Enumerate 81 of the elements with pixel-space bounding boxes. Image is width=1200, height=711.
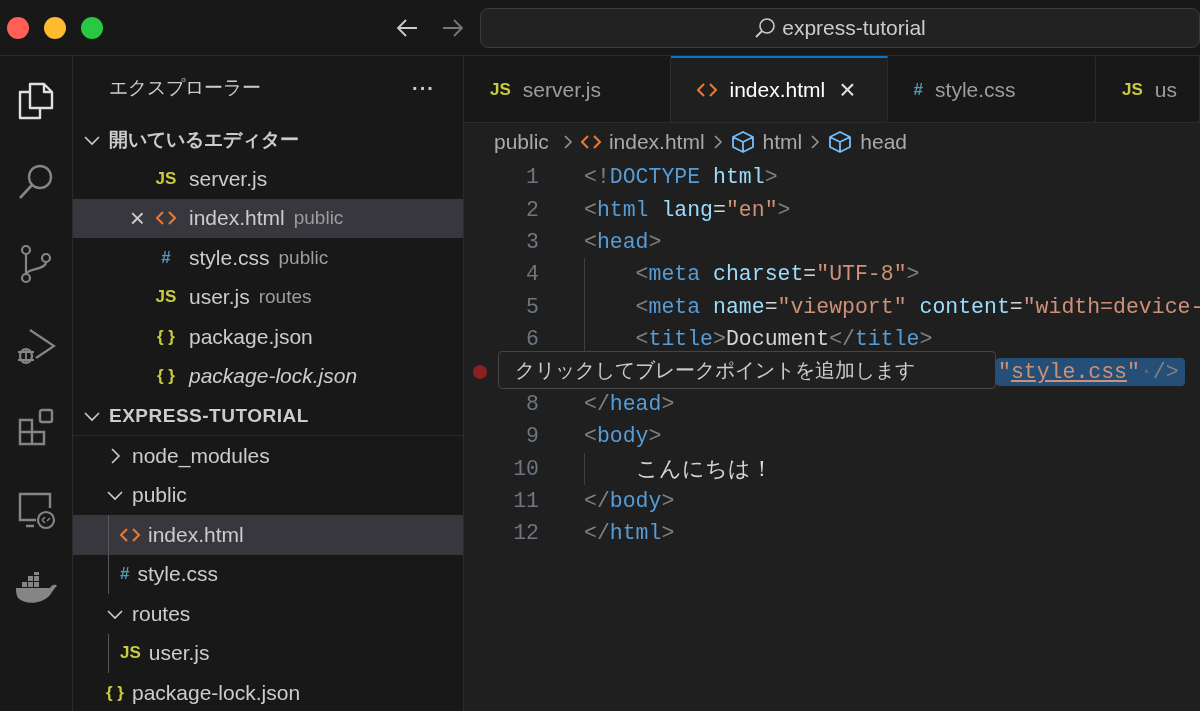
tree-item[interactable]: index.html [73,515,463,555]
open-editor-item[interactable]: { } package-lock.json [73,356,463,396]
minimize-window-button[interactable] [44,16,66,39]
file-type-icon: # [120,564,130,585]
code-line: </body> [584,489,675,514]
breadcrumb-item[interactable]: index.html [580,130,705,154]
open-editor-item[interactable]: JS user.js routes [73,277,463,317]
tree-item[interactable]: # style.css [73,554,463,594]
code-icon [580,135,601,149]
zoom-window-button[interactable] [81,16,103,39]
code-line: <head> [584,229,662,254]
file-type-icon: JS [1122,80,1143,100]
section-header[interactable]: 開いているエディター [73,120,463,159]
back-arrow-icon[interactable] [394,17,419,38]
section-header[interactable]: EXPRESS-TUTORIAL [73,396,463,435]
breadcrumb-item[interactable]: html [730,130,803,154]
code-line: <meta name="viewport" content="width=device- [634,294,1200,319]
line-number: 9 [526,424,539,449]
code-icon [120,527,140,542]
tree-item[interactable]: node_modules [73,436,463,476]
editor-tab[interactable]: JS us [1096,56,1200,122]
code-line: <!DOCTYPE html> [584,165,778,190]
cube-icon [828,130,853,154]
files-icon[interactable] [16,80,56,120]
tree-item[interactable]: JS user.js [73,633,463,673]
line-number: 12 [513,521,539,546]
file-type-icon: # [913,80,924,100]
line-number: 6 [526,327,539,352]
editor-tab[interactable]: # style.css [887,56,1096,122]
code-line: <html lang="en"> [584,197,791,222]
open-editor-item[interactable]: × index.html public [73,198,463,238]
close-button[interactable]: × [129,205,145,232]
file-type-icon: JS [155,168,177,189]
open-editor-item[interactable]: JS server.js [73,159,463,199]
line-number: 10 [513,456,539,481]
code-icon [697,82,718,97]
cube-icon [730,130,755,154]
code-icon [156,211,176,226]
close-button[interactable]: × [839,73,856,106]
tree-item[interactable]: { } package-lock.json [73,673,463,711]
sidebar-title: エクスプローラー [109,76,261,100]
open-editor-item[interactable]: { } package.json [73,317,463,357]
forward-arrow-icon[interactable] [440,17,465,38]
extensions-icon[interactable] [16,408,56,448]
breadcrumb-item[interactable]: head [828,130,907,154]
tree-item[interactable]: public [73,475,463,515]
close-window-button[interactable] [7,16,29,39]
code-line: </html> [584,521,675,546]
file-type-icon: { } [157,326,175,347]
chevron-right-icon [561,133,574,151]
line-number: 4 [526,262,539,287]
file-type-icon: JS [120,643,141,664]
open-editor-item[interactable]: # style.css public [73,238,463,278]
tree-item[interactable]: routes [73,594,463,634]
remote-explorer-icon[interactable] [16,490,56,530]
breadcrumb-item[interactable]: public [494,130,549,154]
code-line: <body> [584,424,662,449]
code-line: こんにちは！ [634,457,773,484]
code-line: <title>Document</title> [634,327,933,352]
file-type-icon: { } [157,366,175,387]
more-actions-button[interactable]: ··· [412,76,435,100]
file-type-icon: { } [106,682,124,703]
line-number: 5 [526,294,539,319]
search-icon [754,16,777,39]
code-line: </head> [584,391,675,416]
file-type-icon: # [161,247,171,268]
run-debug-icon[interactable] [16,326,56,366]
command-center-search[interactable]: express-tutorial [480,7,1200,48]
line-number: 2 [526,197,539,222]
file-type-icon: JS [490,80,511,100]
code-line: <meta charset="UTF-8"> [634,262,920,287]
whale-icon[interactable] [14,572,58,606]
line-number: 3 [526,229,539,254]
tooltip: クリックしてブレークポイントを追加します [498,351,996,389]
line-number: 1 [526,165,539,190]
chevron-right-icon [711,133,724,151]
line-number: 11 [513,489,539,514]
file-type-icon: JS [155,287,177,308]
chevron-right-icon [809,133,822,151]
editor-tab[interactable]: index.html × [671,56,888,122]
line-number: 8 [526,391,539,416]
